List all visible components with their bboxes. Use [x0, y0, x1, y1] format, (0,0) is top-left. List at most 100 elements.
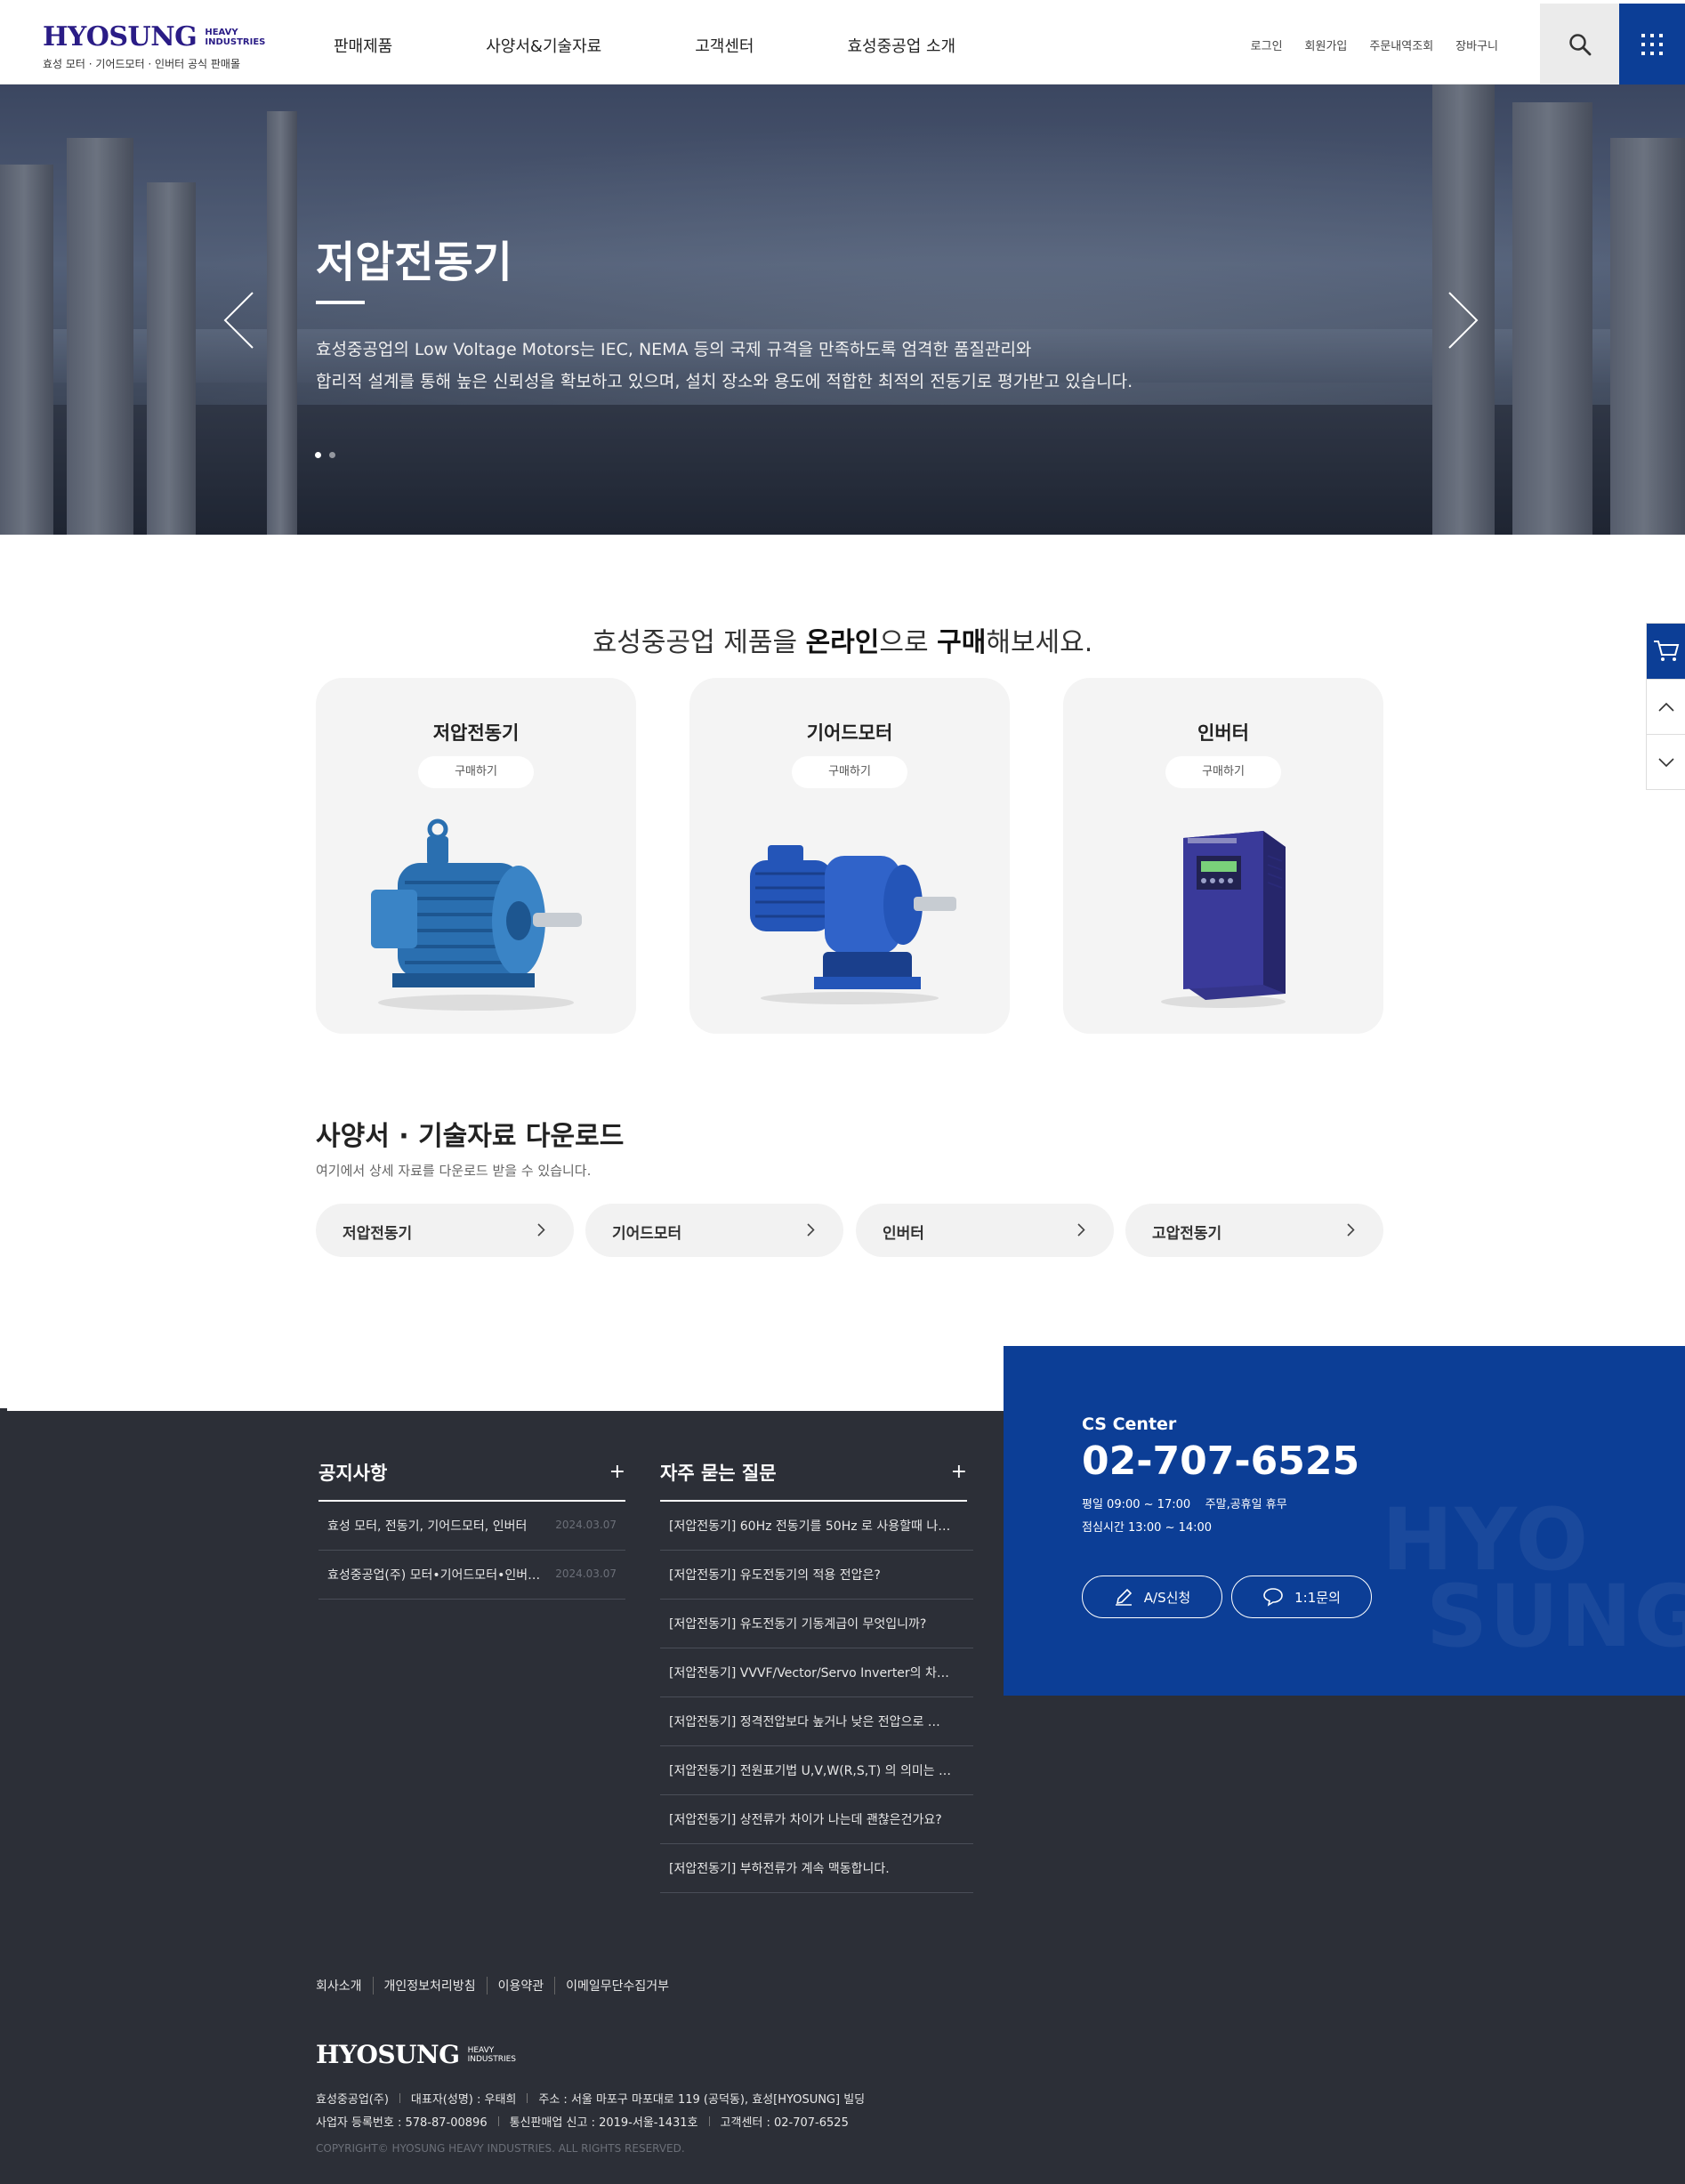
hero-next-button[interactable] [1446, 289, 1481, 351]
logo-wordmark: HYOSUNG [43, 21, 198, 52]
faq-row[interactable]: [저압전동기] 유도전동기의 적용 전압은? [660, 1551, 973, 1600]
company-info-line: 사업자 등록번호 : 578-87-00896 통신판매업 신고 : 2019-서… [316, 2116, 849, 2130]
signup-link[interactable]: 회원가입 [1305, 36, 1348, 53]
downloads-title: 사양서 · 기술자료 다운로드 [316, 1121, 625, 1152]
faq-board: 자주 묻는 질문 + [저압전동기] 60Hz 전동기를 50Hz 로 사용할때… [660, 1459, 973, 1893]
header: HYOSUNG HEAVY INDUSTRIES 효성 모터 · 기어드모터 · … [0, 0, 1685, 85]
notice-title: 효성 모터, 전동기, 기어드모터, 인버터 [327, 1519, 528, 1534]
faq-row[interactable]: [저압전동기] 유도전동기 기동계급이 무엇입니까? [660, 1600, 973, 1648]
footer-link-terms[interactable]: 이용약관 [486, 1977, 555, 1995]
nav-specs[interactable]: 사양서&기술자료 [486, 34, 601, 57]
buy-button[interactable]: 구매하기 [792, 756, 907, 788]
one-to-one-inquiry-button[interactable]: 1:1문의 [1231, 1576, 1372, 1618]
hero-title-underline [316, 301, 365, 304]
faq-row[interactable]: [저압전동기] 정격전압보다 높거나 낮은 전압으로 … [660, 1697, 973, 1746]
faq-question: [저압전동기] 부하전류가 계속 맥동합니다. [669, 1862, 890, 1876]
title-text: 효성중공업 제품을 [592, 627, 806, 658]
site-logo[interactable]: HYOSUNG HEAVY INDUSTRIES 효성 모터 · 기어드모터 · … [43, 21, 265, 71]
card-title: 인버터 [1197, 722, 1249, 744]
as-request-button[interactable]: A/S신청 [1082, 1576, 1222, 1618]
cs-center-panel: HYO SUNG CS Center 02-707-6525 평일 09:00 ~… [1004, 1346, 1685, 1696]
hero-prev-button[interactable] [221, 289, 256, 351]
inverter-image [1161, 831, 1286, 1008]
product-card-geared-motor[interactable]: 기어드모터 구매하기 [689, 678, 1010, 1034]
all-menu-button[interactable] [1619, 4, 1685, 85]
notice-date: 2024.03.07 [555, 1567, 617, 1580]
buy-button[interactable]: 구매하기 [418, 756, 534, 788]
hero-title: 저압전동기 [316, 238, 512, 287]
download-low-voltage-motor[interactable]: 저압전동기 [316, 1204, 574, 1257]
order-lookup-link[interactable]: 주문내역조회 [1369, 36, 1433, 53]
download-geared-motor[interactable]: 기어드모터 [585, 1204, 843, 1257]
hero-dot[interactable] [315, 452, 321, 458]
card-title: 기어드모터 [806, 722, 893, 744]
cs-phone-number[interactable]: 02-707-6525 [1082, 1439, 1359, 1484]
footer-link-email-policy[interactable]: 이메일무단수집거부 [554, 1977, 680, 1995]
nav-products[interactable]: 판매제품 [334, 34, 392, 57]
buy-button[interactable]: 구매하기 [1165, 756, 1281, 788]
title-text: 으로 [879, 627, 938, 658]
cart-link[interactable]: 장바구니 [1455, 36, 1498, 53]
download-label: 기어드모터 [612, 1225, 682, 1243]
footer-logo-wordmark: HYOSUNG [316, 2040, 460, 2069]
cs-hours-line: 점심시간 13:00 ~ 14:00 [1082, 1521, 1213, 1535]
chevron-right-icon [1077, 1223, 1085, 1237]
card-title: 저압전동기 [432, 722, 520, 744]
search-button[interactable] [1540, 4, 1619, 85]
hero-dot[interactable] [329, 452, 335, 458]
title-emphasis: 구매 [937, 627, 987, 658]
faq-question: [저압전동기] 60Hz 전동기를 50Hz 로 사용할때 나… [669, 1519, 951, 1534]
chevron-right-icon [1347, 1223, 1355, 1237]
cs-hours-line: 평일 09:00 ~ 17:00 주말,공휴일 휴무 [1082, 1498, 1287, 1511]
main-nav: 판매제품 사양서&기술자료 고객센터 효성중공업 소개 [334, 34, 1049, 57]
faq-question: [저압전동기] 유도전동기 기동계급이 무엇입니까? [669, 1617, 927, 1632]
faq-row[interactable]: [저압전동기] 부하전류가 계속 맥동합니다. [660, 1844, 973, 1893]
board-header: 자주 묻는 질문 + [660, 1459, 967, 1502]
hero-slider: 저압전동기 효성중공업의 Low Voltage Motors는 IEC, NE… [0, 85, 1685, 535]
login-link[interactable]: 로그인 [1251, 36, 1283, 53]
notice-row[interactable]: 효성 모터, 전동기, 기어드모터, 인버터 2024.03.07 [318, 1502, 625, 1551]
hero-description-line: 효성중공업의 Low Voltage Motors는 IEC, NEMA 등의 … [316, 340, 1032, 359]
footer-logo-subtext: HEAVY INDUSTRIES [467, 2045, 516, 2064]
board-header: 공지사항 + [318, 1459, 625, 1502]
notice-row[interactable]: 효성중공업(주) 모터•기어드모터•인버터… 2024.03.07 [318, 1551, 625, 1600]
plus-icon[interactable]: + [609, 1461, 625, 1483]
faq-row[interactable]: [저압전동기] 60Hz 전동기를 50Hz 로 사용할때 나… [660, 1502, 973, 1551]
title-text: 해보세요. [986, 627, 1093, 658]
faq-row[interactable]: [저압전동기] 전원표기법 U,V,W(R,S,T) 의 의미는 … [660, 1746, 973, 1795]
notice-date: 2024.03.07 [555, 1519, 617, 1531]
footer-link-company[interactable]: 회사소개 [316, 1977, 373, 1995]
footer-logo: HYOSUNG HEAVY INDUSTRIES [316, 2040, 516, 2069]
chevron-right-icon [537, 1223, 545, 1237]
grid-menu-icon [1641, 33, 1663, 55]
footer-link-privacy[interactable]: 개인정보처리방침 [372, 1977, 487, 1995]
motor-image [371, 818, 582, 1011]
faq-question: [저압전동기] 상전류가 차이가 나는데 괜찮은건가요? [669, 1813, 942, 1827]
hero-pagination [315, 452, 343, 458]
scroll-top-button[interactable] [1647, 679, 1685, 734]
faq-row[interactable]: [저압전동기] VVVF/Vector/Servo Inverter의 차… [660, 1648, 973, 1697]
faq-question: [저압전동기] 정격전압보다 높거나 낮은 전압으로 … [669, 1715, 940, 1729]
chat-bubble-icon [1263, 1588, 1283, 1607]
logo-subtext: HEAVY INDUSTRIES [205, 27, 266, 47]
board-title: 공지사항 [318, 1463, 388, 1484]
scroll-bottom-button[interactable] [1647, 734, 1685, 789]
plus-icon[interactable]: + [951, 1461, 967, 1483]
download-high-voltage-motor[interactable]: 고압전동기 [1125, 1204, 1383, 1257]
download-label: 인버터 [883, 1225, 924, 1243]
hero-description: 효성중공업의 Low Voltage Motors는 IEC, NEMA 등의 … [316, 334, 1205, 398]
product-card-low-voltage-motor[interactable]: 저압전동기 구매하기 [316, 678, 636, 1034]
chevron-right-icon [807, 1223, 815, 1237]
title-emphasis: 온라인 [805, 627, 880, 658]
faq-question: [저압전동기] VVVF/Vector/Servo Inverter의 차… [669, 1666, 949, 1680]
chevron-right-icon [1448, 292, 1479, 349]
as-request-label: A/S신청 [1143, 1589, 1191, 1606]
product-card-inverter[interactable]: 인버터 구매하기 [1063, 678, 1383, 1034]
nav-customer-center[interactable]: 고객센터 [695, 34, 754, 57]
board-title: 자주 묻는 질문 [660, 1463, 777, 1484]
nav-about[interactable]: 효성중공업 소개 [847, 34, 955, 57]
download-inverter[interactable]: 인버터 [856, 1204, 1114, 1257]
utility-links: 로그인 회원가입 주문내역조회 장바구니 [1229, 36, 1498, 53]
hero-description-line: 합리적 설계를 통해 높은 신뢰성을 확보하고 있으며, 설치 장소와 용도에 … [316, 372, 1133, 391]
faq-row[interactable]: [저압전동기] 상전류가 차이가 나는데 괜찮은건가요? [660, 1795, 973, 1844]
